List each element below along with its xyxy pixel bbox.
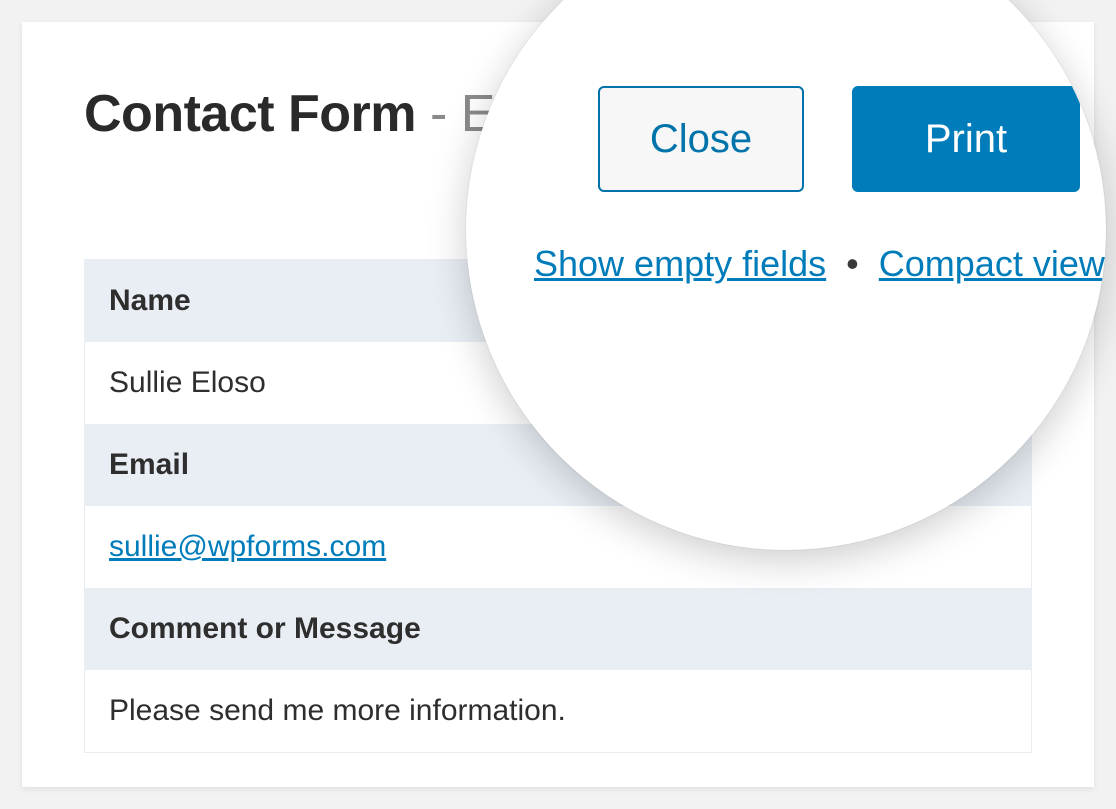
field-label: Comment or Message [85, 588, 1031, 670]
print-button[interactable]: Print [852, 86, 1080, 192]
email-link[interactable]: sullie@wpforms.com [109, 530, 386, 563]
field-value: Please send me more information. [85, 670, 1031, 752]
close-button[interactable]: Close [598, 86, 804, 192]
view-options: Show empty fields • Compact view [534, 243, 1105, 285]
page-title-bold: Contact Form [84, 85, 416, 143]
compact-view-link[interactable]: Compact view [879, 243, 1105, 284]
button-row: Close Print [598, 86, 1080, 192]
show-empty-fields-link[interactable]: Show empty fields [534, 243, 826, 284]
zoom-callout: Close Print Show empty fields • Compact … [466, 0, 1106, 550]
separator-dot: • [836, 243, 869, 284]
